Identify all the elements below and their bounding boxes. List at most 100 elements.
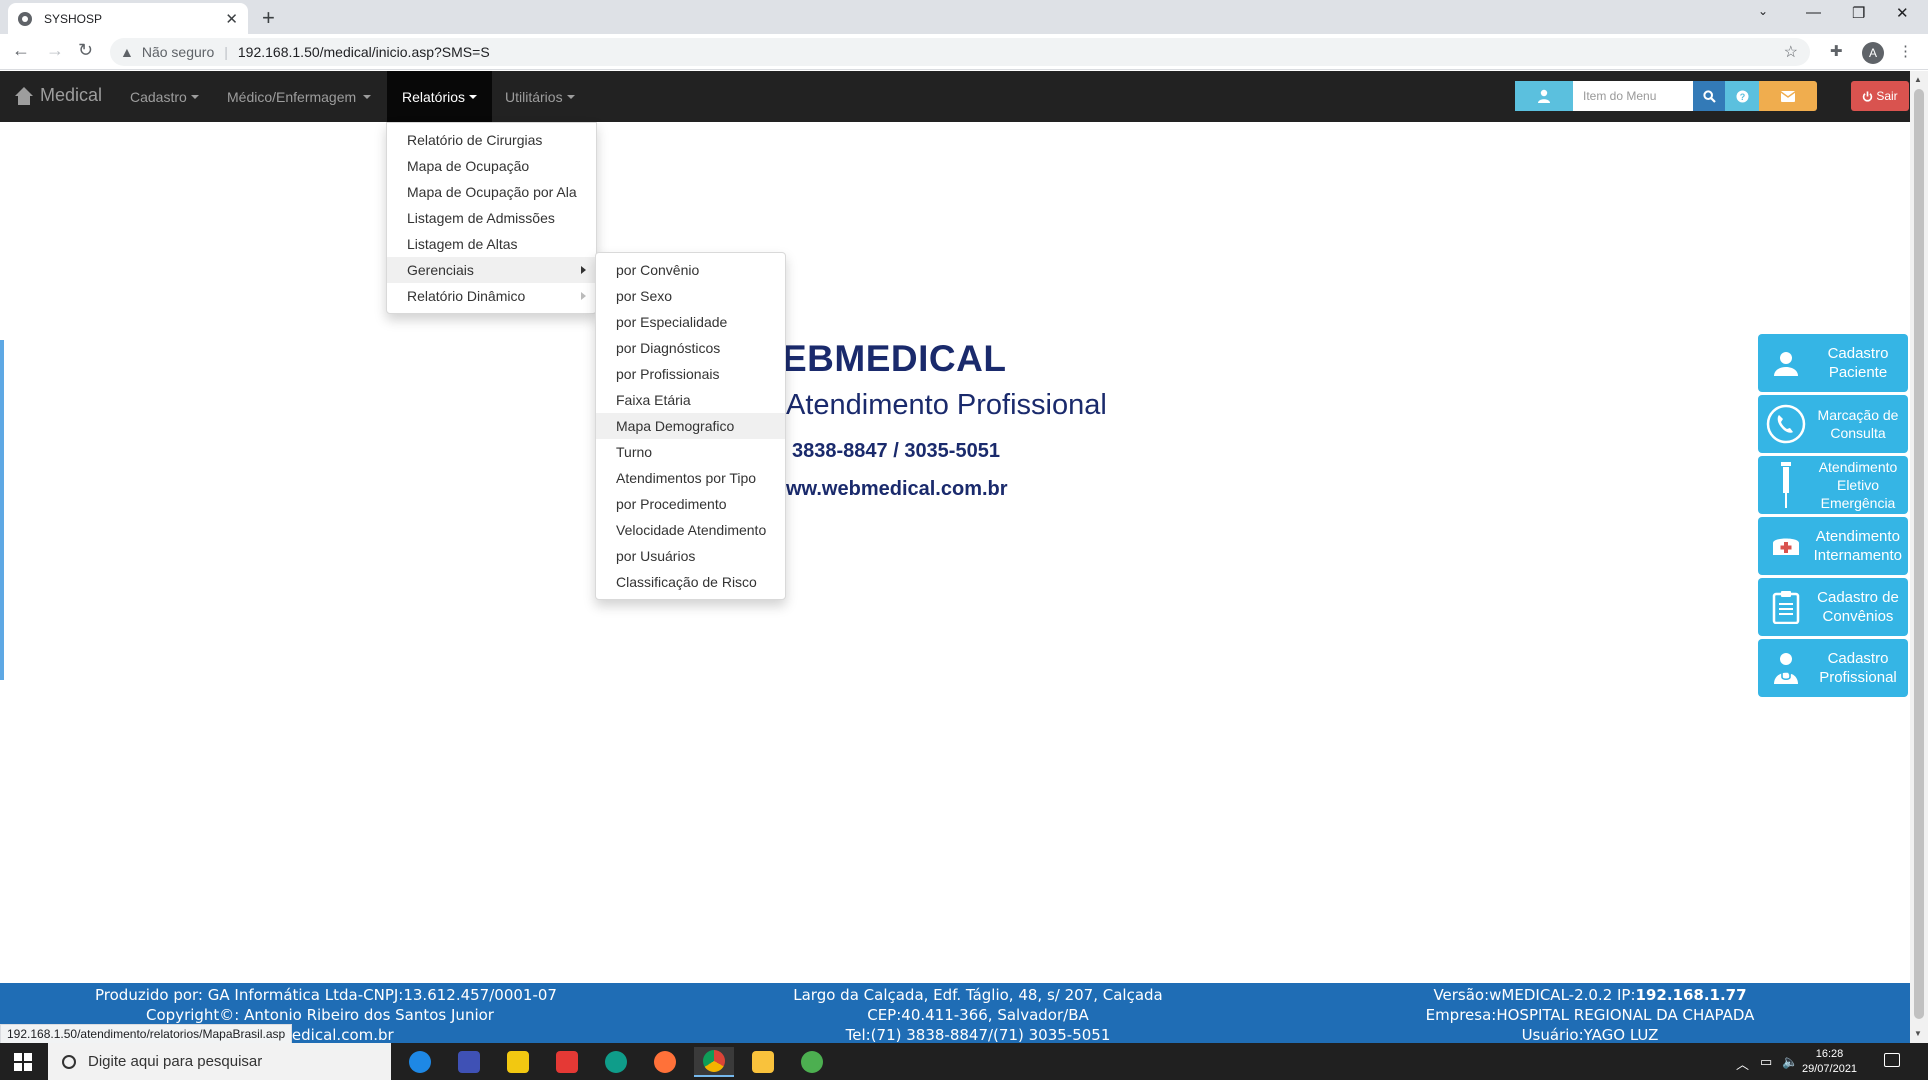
caret-down-icon bbox=[190, 94, 199, 99]
menu-item-mapa-ocupacao[interactable]: Mapa de Ocupação bbox=[387, 153, 596, 179]
network-app-icon bbox=[458, 1051, 480, 1073]
url-field[interactable]: ▲ Não seguro | 192.168.1.50/medical/inic… bbox=[110, 38, 1810, 66]
close-tab-icon[interactable]: ✕ bbox=[225, 10, 238, 28]
profile-avatar[interactable]: A bbox=[1862, 42, 1884, 64]
taskbar-app-firefox[interactable] bbox=[645, 1047, 685, 1077]
mail-button[interactable] bbox=[1759, 81, 1817, 111]
quick-atendimento-eletivo-button[interactable]: Atendimento Eletivo Emergência bbox=[1758, 456, 1908, 514]
taskbar-app-anydesk[interactable] bbox=[547, 1047, 587, 1077]
phone-icon bbox=[1758, 404, 1814, 444]
taskbar-clock[interactable]: 16:28 29/07/2021 bbox=[1802, 1047, 1857, 1077]
taskbar-app-syshosp[interactable] bbox=[792, 1047, 832, 1077]
quick-cadastro-paciente-button[interactable]: Cadastro Paciente bbox=[1758, 334, 1908, 392]
menu-item-gerenciais[interactable]: Gerenciais bbox=[387, 257, 596, 283]
submenu-item-especialidade[interactable]: por Especialidade bbox=[596, 309, 785, 335]
scroll-up-icon[interactable]: ▲ bbox=[1914, 75, 1922, 84]
taskbar-search-field[interactable]: Digite aqui para pesquisar bbox=[48, 1043, 391, 1080]
footer-producer: Produzido por: GA Informática Ltda-CNPJ:… bbox=[95, 986, 557, 1004]
taskbar-app-phone[interactable] bbox=[400, 1047, 440, 1077]
menu-item-listagem-altas[interactable]: Listagem de Altas bbox=[387, 231, 596, 257]
app-globe-icon bbox=[801, 1051, 823, 1073]
extensions-icon[interactable]: ✚ bbox=[1830, 42, 1843, 60]
url-text[interactable]: 192.168.1.50/medical/inicio.asp?SMS=S bbox=[238, 44, 490, 60]
tab-search-icon[interactable]: ⌄ bbox=[1758, 4, 1768, 18]
taskbar-app-explorer[interactable] bbox=[743, 1047, 783, 1077]
menu-item-relatorio-cirurgias[interactable]: Relatório de Cirurgias bbox=[387, 127, 596, 153]
menu-search-input[interactable] bbox=[1573, 81, 1693, 111]
window-close-icon[interactable]: ✕ bbox=[1896, 4, 1909, 22]
quick-label-line2: Eletivo bbox=[1836, 477, 1880, 493]
quick-label-line2: Internamento bbox=[1813, 547, 1902, 564]
footer-company: Empresa:HOSPITAL REGIONAL DA CHAPADA bbox=[1425, 1006, 1755, 1024]
scroll-down-icon[interactable]: ▼ bbox=[1914, 1029, 1922, 1038]
menu-item-relatorio-dinamico-label: Relatório Dinâmico bbox=[407, 288, 526, 304]
left-accent-bar bbox=[0, 340, 4, 680]
windows-start-icon[interactable] bbox=[14, 1053, 32, 1071]
quick-label-line1: Atendimento bbox=[1818, 459, 1898, 475]
menu-relatorios-label: Relatórios bbox=[402, 88, 466, 105]
minimize-icon[interactable]: — bbox=[1806, 4, 1821, 21]
brand-link[interactable]: Medical bbox=[14, 85, 102, 106]
help-button[interactable]: ? bbox=[1725, 81, 1759, 111]
notification-icon[interactable] bbox=[1884, 1053, 1900, 1067]
forward-arrow-icon[interactable]: → bbox=[46, 40, 64, 61]
power-icon bbox=[1863, 90, 1873, 102]
page-scrollbar[interactable]: ▲ ▼ bbox=[1910, 71, 1928, 1043]
browser-tab[interactable]: SYSHOSP ✕ bbox=[8, 3, 248, 34]
submenu-item-atendimentos-tipo[interactable]: Atendimentos por Tipo bbox=[596, 465, 785, 491]
submenu-item-sexo[interactable]: por Sexo bbox=[596, 283, 785, 309]
restore-icon[interactable]: ❐ bbox=[1852, 4, 1865, 22]
submenu-item-diagnosticos[interactable]: por Diagnósticos bbox=[596, 335, 785, 361]
reload-icon[interactable]: ↻ bbox=[78, 40, 93, 61]
status-bar-url: 192.168.1.50/atendimento/relatorios/Mapa… bbox=[0, 1024, 293, 1044]
menu-relatorios[interactable]: Relatórios bbox=[387, 71, 493, 122]
taskbar-app-chrome[interactable] bbox=[694, 1047, 734, 1077]
user-button[interactable] bbox=[1515, 81, 1573, 111]
globe-icon bbox=[18, 11, 32, 26]
menu-item-relatorio-dinamico[interactable]: Relatório Dinâmico bbox=[387, 283, 596, 309]
network-icon[interactable]: ▭ bbox=[1760, 1054, 1772, 1070]
submenu-item-procedimento[interactable]: por Procedimento bbox=[596, 491, 785, 517]
footer-phone: Tel:(71) 3838-8847/(71) 3035-5051 bbox=[845, 1026, 1111, 1044]
submenu-item-velocidade-atendimento[interactable]: Velocidade Atendimento bbox=[596, 517, 785, 543]
submenu-item-usuarios[interactable]: por Usuários bbox=[596, 543, 785, 569]
menu-cadastro[interactable]: Cadastro bbox=[115, 71, 214, 122]
taskbar-app-network[interactable] bbox=[449, 1047, 489, 1077]
volume-icon[interactable]: 🔈 bbox=[1782, 1054, 1798, 1070]
center-subtitle: Atendimento Profissional bbox=[786, 389, 1107, 421]
quick-cadastro-profissional-button[interactable]: Cadastro Profissional bbox=[1758, 639, 1908, 697]
tray-chevron-icon[interactable]: ︿ bbox=[1736, 1054, 1749, 1073]
taskbar-app-edge[interactable] bbox=[596, 1047, 636, 1077]
new-tab-button[interactable]: + bbox=[262, 5, 275, 31]
taskbar-app-powerbi[interactable] bbox=[498, 1047, 538, 1077]
search-button[interactable] bbox=[1693, 81, 1725, 111]
security-label[interactable]: Não seguro bbox=[142, 44, 214, 60]
edge-browser-icon bbox=[605, 1051, 627, 1073]
caret-down-icon bbox=[363, 94, 372, 99]
clock-time: 16:28 bbox=[1815, 1048, 1844, 1060]
menu-cadastro-label: Cadastro bbox=[130, 88, 187, 105]
menu-item-listagem-admissoes[interactable]: Listagem de Admissões bbox=[387, 205, 596, 231]
quick-marcacao-consulta-button[interactable]: Marcação de Consulta bbox=[1758, 395, 1908, 453]
menu-medico-enfermagem[interactable]: Médico/Enfermagem bbox=[212, 71, 386, 122]
exit-button[interactable]: Sair bbox=[1851, 81, 1909, 111]
footer-version-label: Versão:wMEDICAL-2.0.2 IP: bbox=[1433, 986, 1636, 1004]
quick-atendimento-internamento-button[interactable]: Atendimento Internamento bbox=[1758, 517, 1908, 575]
submenu-item-turno[interactable]: Turno bbox=[596, 439, 785, 465]
submenu-item-profissionais[interactable]: por Profissionais bbox=[596, 361, 785, 387]
menu-item-mapa-ocupacao-ala[interactable]: Mapa de Ocupação por Ala bbox=[387, 179, 596, 205]
submenu-item-faixa-etaria[interactable]: Faixa Etária bbox=[596, 387, 785, 413]
menu-utilitarios[interactable]: Utilitários bbox=[490, 71, 590, 122]
scrollbar-thumb[interactable] bbox=[1914, 89, 1924, 1019]
footer-cep: CEP:40.411-366, Salvador/BA bbox=[867, 1006, 1089, 1024]
submenu-item-convenio[interactable]: por Convênio bbox=[596, 257, 785, 283]
medical-kit-icon bbox=[1758, 535, 1814, 557]
back-arrow-icon[interactable]: ← bbox=[12, 40, 30, 61]
quick-cadastro-convenios-button[interactable]: Cadastro de Convênios bbox=[1758, 578, 1908, 636]
submenu-item-classificacao-risco[interactable]: Classificação de Risco bbox=[596, 569, 785, 595]
quick-label-line2: Profissional bbox=[1819, 669, 1897, 686]
quick-label-line1: Cadastro de bbox=[1817, 589, 1899, 606]
submenu-item-mapa-demografico[interactable]: Mapa Demografico bbox=[596, 413, 785, 439]
menu-kebab-icon[interactable]: ⋮ bbox=[1898, 42, 1913, 60]
bookmark-star-icon[interactable]: ☆ bbox=[1784, 42, 1798, 62]
